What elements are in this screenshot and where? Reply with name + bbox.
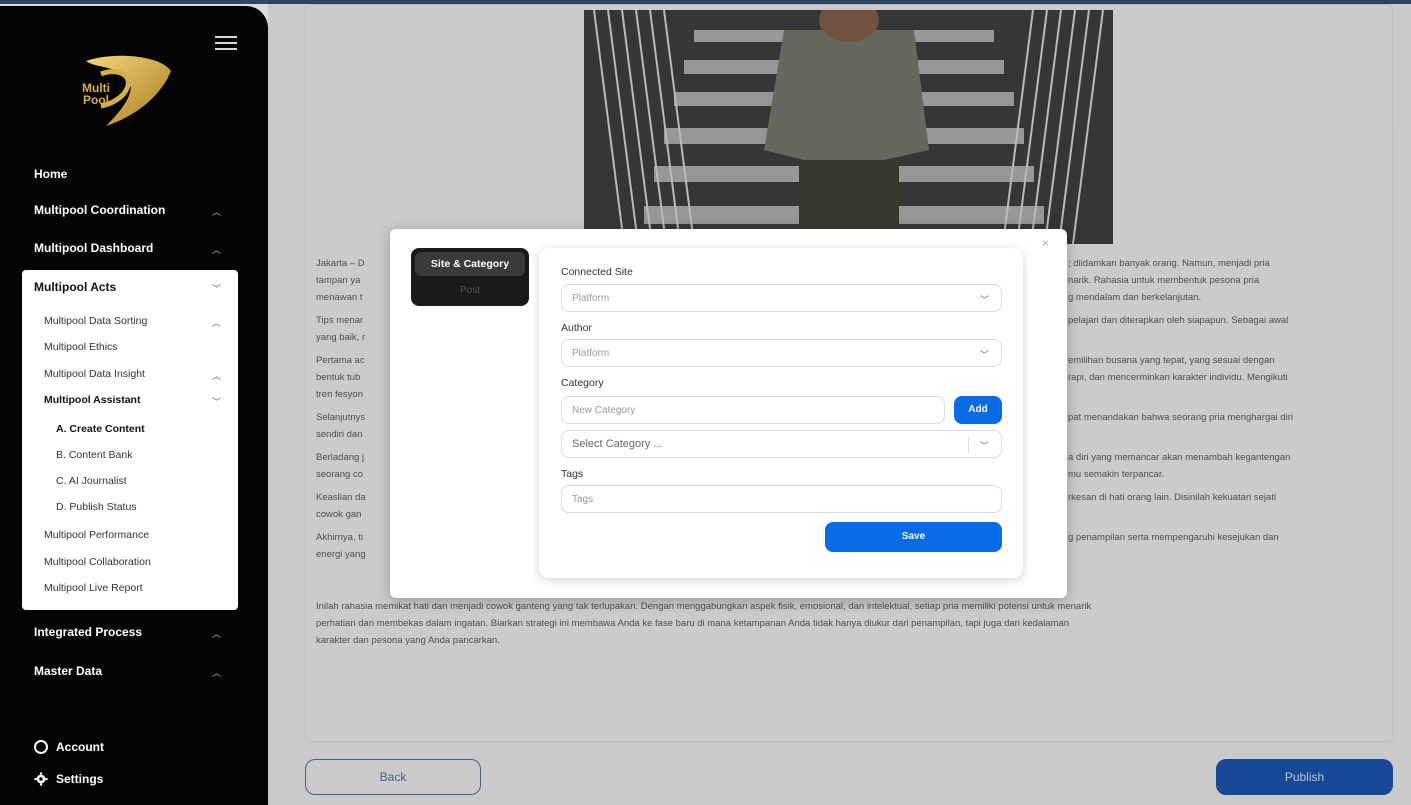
close-icon[interactable]: × [1042, 236, 1049, 250]
nav-integrated-process[interactable]: Integrated Process [34, 625, 142, 639]
dropdown-separator [968, 437, 969, 453]
chevron-down-icon[interactable]: ﹀ [212, 282, 221, 295]
chevron-down-icon: ﹀ [979, 441, 989, 451]
tags-label: Tags [561, 468, 584, 480]
nav-master-data[interactable]: Master Data [34, 664, 102, 678]
author-select[interactable]: Platform ﹀ [561, 339, 1002, 367]
nav-data-insight[interactable]: Multipool Data Insight [44, 368, 145, 380]
settings-label: Settings [56, 772, 104, 786]
add-category-button[interactable]: Add [954, 396, 1002, 424]
nav-ai-journalist[interactable]: C. AI Journalist [56, 475, 127, 487]
chevron-down-icon[interactable]: ﹀ [212, 395, 221, 408]
account-label: Account [56, 740, 104, 754]
connected-site-label: Connected Site [561, 266, 633, 278]
select-category-dropdown[interactable]: Select Category ... ﹀ [561, 430, 1002, 458]
gear-icon [34, 772, 48, 786]
nav-ethics[interactable]: Multipool Ethics [44, 341, 118, 353]
nav-performance[interactable]: Multipool Performance [44, 529, 149, 541]
category-label: Category [561, 377, 604, 389]
chevron-up-icon[interactable]: ︿ [212, 205, 221, 218]
author-value: Platform [572, 348, 610, 359]
author-label: Author [561, 322, 592, 334]
logo-wordmark: Multi Pool [79, 82, 113, 106]
chevron-up-icon[interactable]: ︿ [212, 243, 221, 256]
connected-site-select[interactable]: Platform ﹀ [561, 284, 1002, 312]
nav-multipool-dashboard[interactable]: Multipool Dashboard [34, 241, 153, 255]
chevron-up-icon[interactable]: ︿ [212, 369, 221, 382]
chevron-up-icon[interactable]: ︿ [212, 627, 221, 640]
nav-collaboration[interactable]: Multipool Collaboration [44, 556, 151, 568]
nav-account[interactable]: Account [34, 740, 104, 754]
tab-post[interactable]: Post [415, 280, 525, 302]
tags-input[interactable]: Tags [561, 485, 1002, 513]
save-button[interactable]: Save [825, 522, 1002, 552]
nav-create-content[interactable]: A. Create Content [56, 423, 145, 435]
nav-data-sorting[interactable]: Multipool Data Sorting [44, 315, 147, 327]
account-icon [34, 740, 48, 754]
nav-settings[interactable]: Settings [34, 772, 103, 786]
connected-site-value: Platform [572, 293, 610, 304]
new-category-input[interactable]: New Category [561, 396, 945, 424]
chevron-up-icon[interactable]: ︿ [212, 316, 221, 329]
select-category-placeholder: Select Category ... [572, 438, 663, 450]
logo-line: Pool [83, 93, 109, 107]
nav-content-bank[interactable]: B. Content Bank [56, 449, 132, 461]
nav-multipool-acts[interactable]: Multipool Acts [34, 280, 116, 294]
nav-live-report[interactable]: Multipool Live Report [44, 582, 143, 594]
sidebar: Multi Pool Home Multipool Coordination ︿… [0, 6, 268, 805]
nav-assistant[interactable]: Multipool Assistant [44, 394, 140, 406]
new-category-placeholder: New Category [572, 405, 636, 416]
nav-publish-status[interactable]: D. Publish Status [56, 501, 137, 513]
tags-placeholder: Tags [572, 494, 594, 505]
tab-site-category[interactable]: Site & Category [415, 252, 525, 276]
nav-home[interactable]: Home [34, 167, 67, 181]
multipool-acts-panel: Multipool Acts ﹀ Multipool Data Sorting … [22, 270, 238, 610]
chevron-down-icon: ﹀ [979, 350, 989, 360]
hamburger-menu-icon[interactable] [215, 36, 237, 50]
chevron-down-icon: ﹀ [979, 295, 989, 305]
nav-multipool-coordination[interactable]: Multipool Coordination [34, 203, 165, 217]
chevron-up-icon[interactable]: ︿ [212, 666, 221, 679]
